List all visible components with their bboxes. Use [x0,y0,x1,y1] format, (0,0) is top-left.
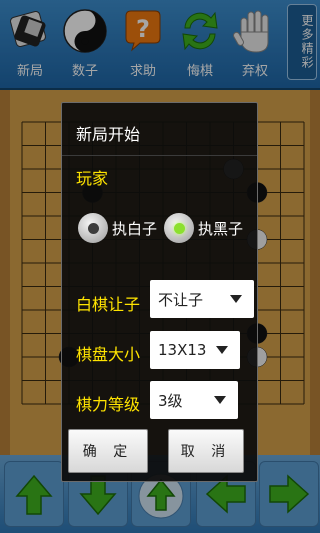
handicap-value: 不让子 [158,290,204,309]
chevron-down-icon [216,346,228,354]
dialog-divider [62,155,257,156]
radio-white-circle[interactable] [78,213,108,243]
radio-white-label: 执白子 [112,219,158,238]
cancel-button[interactable]: 取 消 [168,429,244,473]
radio-white[interactable]: 执白子 [78,213,157,243]
strength-select[interactable]: 3级 [150,381,238,419]
strength-label: 棋力等级 [76,395,141,414]
chevron-down-icon [230,295,242,303]
strength-value: 3级 [158,391,183,410]
radio-black-circle[interactable] [164,213,194,243]
chevron-down-icon [214,396,226,404]
handicap-select[interactable]: 不让子 [150,280,254,318]
board-size-label: 棋盘大小 [76,345,141,364]
radio-black[interactable]: 执黑子 [164,213,243,243]
handicap-label: 白棋让子 [76,295,141,314]
radio-black-label: 执黑子 [198,219,244,238]
ok-button[interactable]: 确 定 [68,429,148,473]
board-size-value: 13X13 [158,341,207,359]
radio-black-dot [173,222,185,234]
player-label: 玩家 [76,169,109,188]
dialog-title: 新局开始 [76,125,141,144]
radio-white-dot [87,222,99,234]
new-game-dialog: 新局开始 玩家 执白子 执黑子 白棋让子 不让子 棋盘大小 13X13 棋力等级… [61,102,258,482]
board-size-select[interactable]: 13X13 [150,331,240,369]
